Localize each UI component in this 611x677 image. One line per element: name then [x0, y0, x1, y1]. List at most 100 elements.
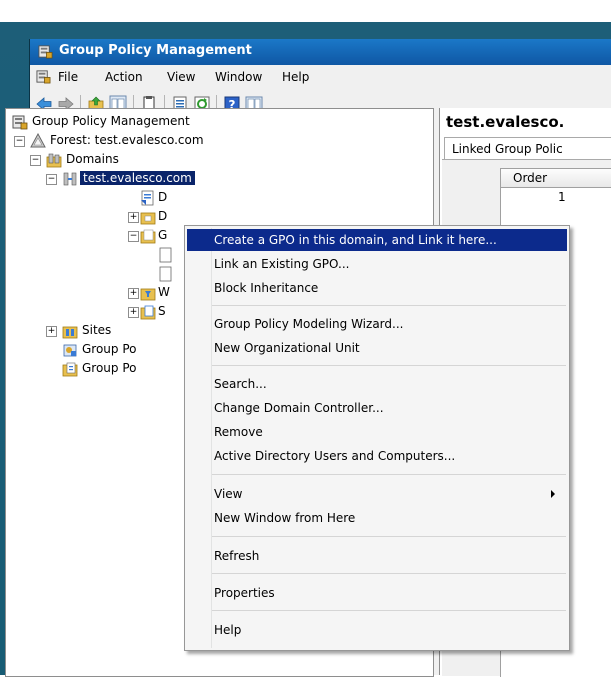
collapse-icon[interactable]: −	[46, 174, 57, 185]
system-menu-icon[interactable]	[36, 69, 51, 84]
menu-window[interactable]: Window	[215, 70, 262, 84]
collapse-icon[interactable]: −	[30, 155, 41, 166]
expand-icon[interactable]: +	[46, 326, 57, 337]
menu-item-label: Remove	[214, 425, 263, 439]
menu-item-view[interactable]: View	[187, 483, 567, 505]
tree-node-domains[interactable]: − Domains	[12, 151, 212, 169]
menu-item-new-ou[interactable]: New Organizational Unit	[187, 337, 567, 359]
tree-label: Domains	[66, 152, 119, 166]
menu-item-ad-users-computers[interactable]: Active Directory Users and Computers...	[187, 445, 567, 467]
menu-item-link-existing-gpo[interactable]: Link an Existing GPO...	[187, 253, 567, 275]
menu-item-help[interactable]: Help	[187, 619, 567, 641]
tree-label: W	[158, 285, 170, 299]
collapse-icon[interactable]: −	[128, 231, 139, 242]
menu-item-refresh[interactable]: Refresh	[187, 545, 567, 567]
tree-node-sites[interactable]: + Sites	[12, 322, 192, 340]
menu-item-label: New Organizational Unit	[214, 341, 360, 355]
tab-label: Linked Group Polic	[452, 142, 563, 156]
title-bar[interactable]: Group Policy Management	[30, 39, 611, 65]
menu-separator	[212, 365, 566, 366]
collapse-icon[interactable]: −	[14, 136, 25, 147]
menu-action[interactable]: Action	[105, 70, 143, 84]
menu-item-create-gpo[interactable]: Create a GPO in this domain, and Link it…	[187, 229, 567, 251]
menu-item-label: Refresh	[214, 549, 260, 563]
starter-gpos-icon	[140, 305, 156, 320]
menu-item-search[interactable]: Search...	[187, 373, 567, 395]
menu-help[interactable]: Help	[282, 70, 309, 84]
submenu-arrow-icon	[551, 490, 555, 498]
window-title: Group Policy Management	[59, 43, 252, 58]
gpo-icon	[159, 266, 172, 282]
domain-icon	[63, 172, 77, 186]
tree-label: G	[158, 228, 168, 242]
menu-item-label: Block Inheritance	[214, 281, 319, 295]
column-header-order[interactable]: Order	[500, 168, 611, 188]
wmi-filters-icon	[140, 288, 156, 301]
menu-separator	[212, 305, 566, 306]
tree-node-forest[interactable]: − Forest: test.evalesco.com	[12, 132, 272, 150]
menu-file[interactable]: File	[58, 70, 78, 84]
sites-icon	[62, 326, 78, 339]
menu-item-label: Help	[214, 623, 242, 637]
menu-item-label: New Window from Here	[214, 511, 356, 525]
tree-node-child[interactable]: + D	[12, 208, 192, 226]
menu-item-label: Properties	[214, 586, 275, 600]
tree-label: Group Po	[82, 342, 137, 356]
tree-label: D	[158, 190, 168, 204]
menu-bar: File Action View Window Help	[30, 65, 611, 90]
tree-node-child[interactable]: − G	[12, 227, 192, 245]
menu-item-new-window[interactable]: New Window from Here	[187, 507, 567, 529]
tree-node-child[interactable]	[12, 265, 192, 283]
forest-icon	[30, 133, 46, 148]
gpm-root-icon	[12, 115, 28, 130]
menu-item-label: Change Domain Controller...	[214, 401, 384, 415]
gpo-folder-icon	[140, 229, 156, 244]
tree-label-selected: test.evalesco.com	[80, 171, 195, 185]
menu-item-label: Group Policy Modeling Wizard...	[214, 317, 404, 331]
menu-item-block-inheritance[interactable]: Block Inheritance	[187, 277, 567, 299]
menu-item-properties[interactable]: Properties	[187, 582, 567, 604]
gpo-icon	[159, 247, 172, 263]
expand-icon[interactable]: +	[128, 307, 139, 318]
menu-item-modeling-wizard[interactable]: Group Policy Modeling Wizard...	[187, 313, 567, 335]
menu-separator	[212, 474, 566, 475]
tree-label: Sites	[82, 323, 112, 337]
menu-separator	[212, 610, 566, 611]
details-title: test.evalesco.	[446, 113, 565, 131]
expand-icon[interactable]: +	[128, 212, 139, 223]
gp-modeling-icon	[63, 344, 77, 357]
gp-results-icon	[62, 362, 78, 377]
domains-icon	[46, 153, 62, 168]
menu-view[interactable]: View	[167, 70, 195, 84]
menu-item-label: View	[214, 487, 243, 501]
column-header-label: Order	[513, 171, 548, 185]
ou-folder-icon	[140, 212, 156, 225]
tree-node-child[interactable]	[12, 246, 192, 264]
menu-separator	[212, 573, 566, 574]
tree-label: D	[158, 209, 168, 223]
tree-node-gp-modeling[interactable]: Group Po	[12, 341, 192, 359]
tree-node-child[interactable]: + W	[12, 284, 192, 302]
menu-item-label: Search...	[214, 377, 267, 391]
tree-label: Forest: test.evalesco.com	[50, 133, 204, 147]
tab-linked-gpos[interactable]: Linked Group Polic	[444, 137, 611, 160]
menu-item-remove[interactable]: Remove	[187, 421, 567, 443]
menu-item-change-dc[interactable]: Change Domain Controller...	[187, 397, 567, 419]
tree-node-child[interactable]: D	[12, 189, 167, 207]
menu-item-label: Link an Existing GPO...	[214, 257, 350, 271]
tree-node-child[interactable]: + S	[12, 303, 192, 321]
gpm-app-icon	[38, 45, 53, 59]
tree-node-gp-results[interactable]: Group Po	[12, 360, 192, 378]
gpo-link-icon	[141, 190, 154, 206]
expand-icon[interactable]: +	[128, 288, 139, 299]
menu-item-label: Active Directory Users and Computers...	[214, 449, 456, 463]
tree-node-root[interactable]: Group Policy Management	[12, 113, 272, 131]
tree-node-domain-selected[interactable]: − test.evalesco.com	[12, 170, 292, 188]
menu-separator	[212, 536, 566, 537]
tree-label: Group Po	[82, 361, 137, 375]
tree-label: Group Policy Management	[32, 114, 190, 128]
tree-label: S	[158, 304, 166, 318]
menu-item-label: Create a GPO in this domain, and Link it…	[214, 233, 497, 247]
top-strip	[0, 0, 611, 22]
context-menu: Create a GPO in this domain, and Link it…	[184, 225, 570, 651]
